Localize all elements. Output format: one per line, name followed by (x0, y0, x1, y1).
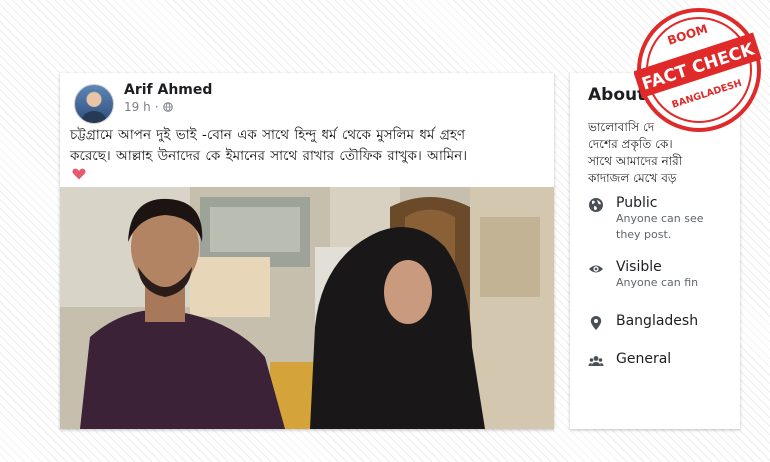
post-text-line: করেছে। আল্লাহ উনাদের কে ইমানের সাথে রাখা… (70, 148, 468, 164)
info-row-category: General (588, 351, 671, 369)
location-pin-icon (590, 316, 602, 330)
info-row-visibility: Visible Anyone can fin (588, 259, 698, 291)
post-time[interactable]: 19 h (124, 100, 151, 114)
eye-icon (589, 265, 603, 273)
category-title: General (616, 351, 672, 367)
post-meta: 19 h · (124, 100, 173, 114)
privacy-sub: Anyone can see (616, 212, 704, 225)
location-title[interactable]: Bangladesh (616, 313, 698, 329)
info-row-privacy: Public Anyone can see they post. (588, 195, 704, 243)
fact-check-stamp: BOOM FACT CHECK BANGLADESH (634, 8, 762, 132)
privacy-sub: they post. (616, 228, 672, 241)
about-desc-line: কাদাজল মেখে বড় (588, 171, 677, 185)
post-photo[interactable] (60, 187, 554, 429)
about-desc-line: সাথে আমাদের নারী (588, 154, 683, 168)
globe-icon (589, 198, 603, 212)
meta-separator: · (154, 100, 159, 114)
heart-icon (72, 168, 86, 180)
visibility-sub: Anyone can fin (616, 276, 699, 289)
post-text: চট্টগ্রামে আপন দুই ভাই -বোন এক সাথে হিন্… (70, 125, 546, 167)
author-name[interactable]: Arif Ahmed (124, 82, 212, 98)
privacy-title: Public (616, 195, 658, 211)
group-icon (588, 356, 604, 366)
about-desc-line: দেশের প্রকৃতি কে। (588, 137, 673, 151)
globe-icon (162, 102, 173, 112)
post-text-line: চট্টগ্রামে আপন দুই ভাই -বোন এক সাথে হিন্… (70, 127, 466, 143)
facebook-post: Arif Ahmed 19 h · চট্টগ্রামে আপন দুই ভাই… (60, 73, 554, 429)
avatar[interactable] (74, 84, 114, 124)
info-row-location: Bangladesh (588, 313, 698, 331)
visibility-title: Visible (616, 259, 662, 275)
